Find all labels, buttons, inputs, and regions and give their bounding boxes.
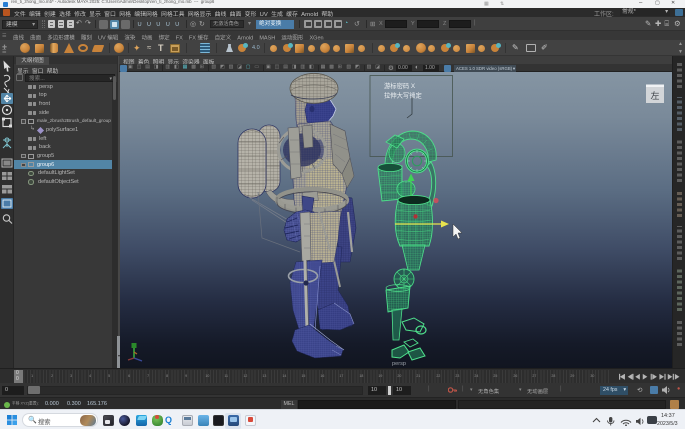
svg-text:拉伸大写锁定: 拉伸大写锁定 (384, 91, 422, 100)
svg-text:游标密码 X: 游标密码 X (384, 81, 416, 90)
svg-text:persp: persp (392, 361, 406, 367)
svg-text:左: 左 (650, 90, 659, 101)
